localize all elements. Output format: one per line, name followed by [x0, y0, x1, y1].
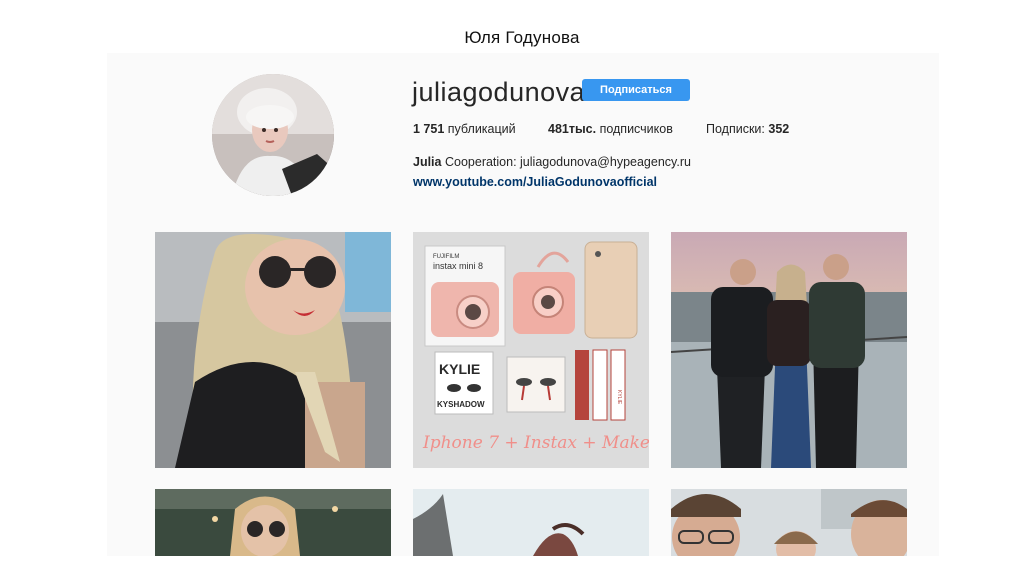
post-thumbnail[interactable]: [155, 489, 391, 556]
following-count: 352: [768, 122, 790, 136]
palette-name: KYSHADOW: [437, 400, 485, 409]
bio-line: Julia Cooperation: juliagodunova@hypeage…: [413, 155, 691, 169]
bio-link[interactable]: www.youtube.com/JuliaGodunovaofficial: [413, 175, 657, 189]
profile-username: juliagodunova: [412, 77, 586, 107]
box-brand: FUJIFILM: [433, 254, 459, 260]
post-thumbnail[interactable]: [413, 489, 649, 556]
post-photo: [155, 232, 391, 468]
profile-avatar[interactable]: [212, 74, 334, 196]
post-thumbnail[interactable]: FUJIFILM instax mini 8 KYLIE KYSHADOW KY…: [413, 232, 649, 468]
bio-name: Julia: [413, 155, 442, 169]
lipstick-brand: KYLIE: [616, 390, 622, 405]
avatar-photo: [212, 74, 334, 196]
post-photo: [155, 489, 391, 556]
following-stat[interactable]: Подписки: 352: [706, 122, 789, 136]
post-thumbnail[interactable]: [671, 489, 907, 556]
followers-stat[interactable]: 481тыс. подписчиков: [548, 122, 673, 136]
post-thumbnail[interactable]: [155, 232, 391, 468]
bio-text: Cooperation: juliagodunova@hypeagency.ru: [444, 155, 691, 169]
post-photo: [413, 489, 649, 556]
posts-count: 1 751: [413, 122, 445, 136]
post-photo: [671, 232, 907, 468]
post-photo: FUJIFILM instax mini 8 KYLIE KYSHADOW KY…: [413, 232, 649, 468]
palette-brand: KYLIE: [439, 361, 480, 377]
posts-stat[interactable]: 1 751 публикаций: [413, 122, 516, 136]
post-photo: [671, 489, 907, 556]
slide-title: Юля Годунова: [464, 28, 580, 47]
followers-label: подписчиков: [599, 122, 673, 136]
post-thumbnail[interactable]: [671, 232, 907, 468]
posts-label: публикаций: [447, 122, 516, 136]
followers-count: 481тыс.: [548, 122, 597, 136]
following-label: Подписки:: [706, 122, 765, 136]
follow-button[interactable]: Подписаться: [582, 79, 690, 101]
photo-caption: Iphone 7 + Instax + Makeup: [422, 433, 649, 453]
box-model: instax mini 8: [433, 261, 483, 271]
instagram-profile: juliagodunova Подписаться 1 751 публикац…: [107, 53, 939, 556]
